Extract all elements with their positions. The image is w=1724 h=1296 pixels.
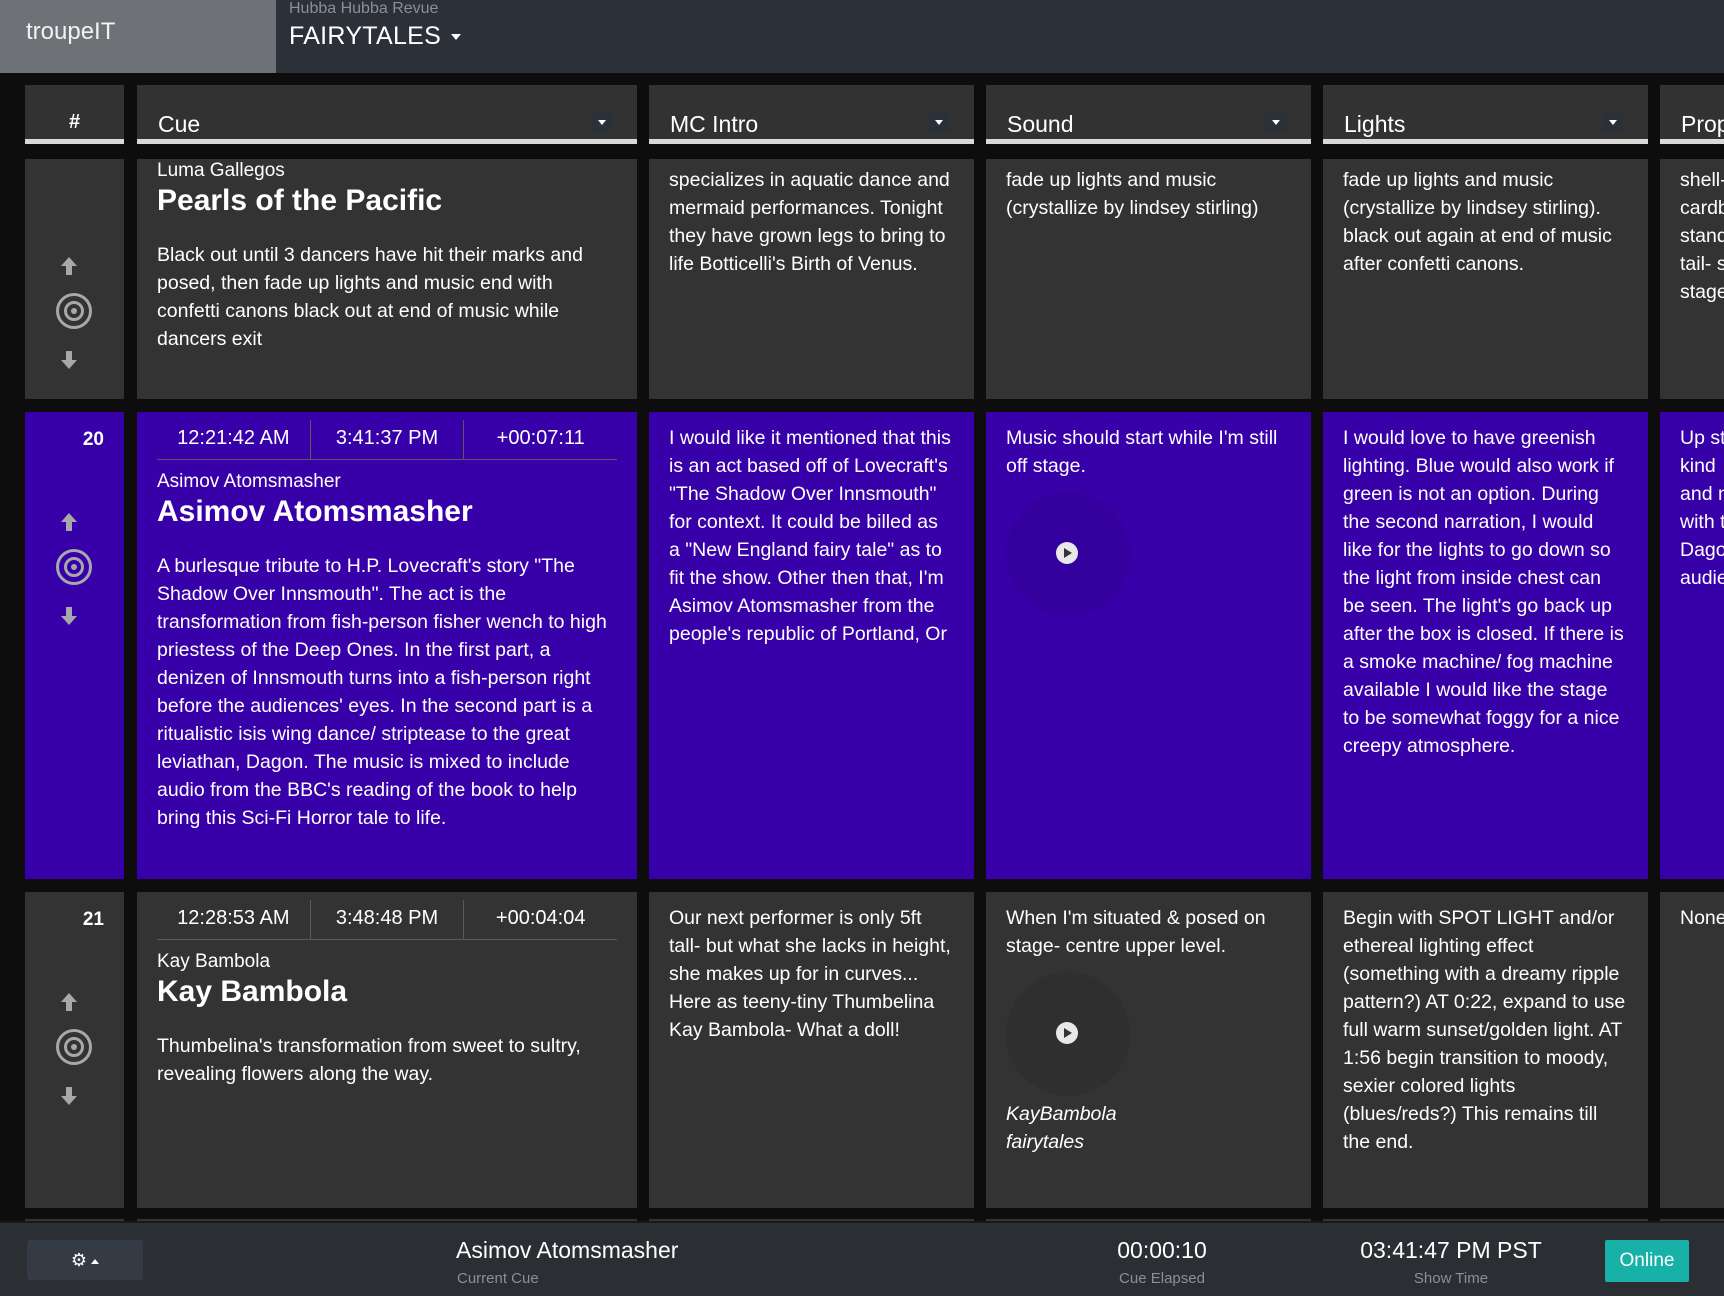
status-footer: ⚙ Asimov Atomsmasher Current Cue 00:00:1… <box>0 1221 1724 1296</box>
props-cell[interactable]: Up st kind and n with t Dago audie <box>1660 412 1724 879</box>
act-description: Thumbelina's transformation from sweet t… <box>157 1035 581 1085</box>
online-status-button[interactable]: Online <box>1605 1240 1689 1282</box>
move-down-icon[interactable] <box>59 349 79 371</box>
sound-cell[interactable]: When I'm situated & posed on stage- cent… <box>986 892 1311 1208</box>
go-to-cue-target-icon[interactable] <box>56 1029 92 1065</box>
current-cue-value: Asimov Atomsmasher <box>456 1237 679 1263</box>
brand-logo[interactable]: troupeIT <box>0 0 276 73</box>
lights-cell[interactable]: Begin with SPOT LIGHT and/or ethereal li… <box>1323 892 1648 1208</box>
cue-board: # Cue MC Intro Sound Lights Prop Luma Ga… <box>12 73 1724 1221</box>
column-header-cue: Cue <box>137 85 637 144</box>
play-icon[interactable] <box>1056 542 1078 564</box>
act-title: Pearls of the Pacific <box>157 184 443 217</box>
current-cue: Asimov Atomsmasher Current Cue <box>456 1237 678 1287</box>
column-header-label: Cue <box>158 111 201 137</box>
go-to-cue-target-icon[interactable] <box>56 549 92 585</box>
column-header-lights: Lights <box>1323 85 1648 144</box>
cue-elapsed-label: Cue Elapsed <box>1119 1270 1205 1287</box>
act-title: Kay Bambola <box>157 975 348 1008</box>
lights-cell[interactable]: I would love to have greenish lighting. … <box>1323 412 1648 879</box>
move-up-icon[interactable] <box>59 991 79 1013</box>
show-title-text: FAIRYTALES <box>289 22 442 50</box>
column-dropdown-sound[interactable] <box>1265 111 1287 133</box>
audio-player <box>1006 492 1130 616</box>
sound-notes: Music should start while I'm still off s… <box>1006 427 1278 477</box>
caret-up-icon <box>91 1258 100 1264</box>
column-header-label: Lights <box>1344 111 1406 137</box>
column-header-number: # <box>25 85 124 144</box>
act-description: A burlesque tribute to H.P. Lovecraft's … <box>157 555 607 829</box>
show-time-label: Show Time <box>1413 1270 1489 1287</box>
performer-name: Luma Gallegos <box>157 160 285 181</box>
audio-player <box>1006 972 1130 1096</box>
play-icon[interactable] <box>1056 1022 1078 1044</box>
duration: +00:07:11 <box>463 420 617 459</box>
current-cue-label: Current Cue <box>457 1270 539 1287</box>
row-controls <box>25 159 124 399</box>
planned-time: 12:28:53 AM <box>177 907 290 929</box>
settings-button[interactable]: ⚙ <box>27 1240 143 1280</box>
sound-cell[interactable]: Music should start while I'm still off s… <box>986 412 1311 879</box>
move-up-icon[interactable] <box>59 511 79 533</box>
show-subtitle: Hubba Hubba Revue <box>289 0 439 17</box>
column-dropdown-lights[interactable] <box>1602 111 1624 133</box>
show-title[interactable]: FAIRYTALES <box>289 22 462 51</box>
mc-intro-cell[interactable]: I would like it mentioned that this is a… <box>649 412 974 879</box>
act-title: Asimov Atomsmasher <box>157 495 473 528</box>
act-description: Black out until 3 dancers have hit their… <box>157 244 583 350</box>
cue-cell[interactable]: 12:21:42 AM 3:41:37 PM +00:07:11 Asimov … <box>137 412 637 879</box>
column-dropdown-cue[interactable] <box>591 111 613 133</box>
go-to-cue-target-icon[interactable] <box>56 293 92 329</box>
props-cell[interactable]: shell- cardb stand tail- s stage <box>1660 159 1724 399</box>
column-header-label: MC Intro <box>670 111 759 137</box>
cue-times: 12:21:42 AM 3:41:37 PM +00:07:11 <box>157 420 617 460</box>
sound-cell[interactable]: fade up lights and music (crystallize by… <box>986 159 1311 399</box>
planned-time: 12:21:42 AM <box>177 427 290 449</box>
row-number: 21 <box>82 909 104 930</box>
move-down-icon[interactable] <box>59 1085 79 1107</box>
move-up-icon[interactable] <box>59 255 79 277</box>
column-dropdown-mc-intro[interactable] <box>928 111 950 133</box>
cue-cell[interactable]: Luma Gallegos Pearls of the Pacific Blac… <box>137 159 637 399</box>
show-selector[interactable]: Hubba Hubba Revue FAIRYTALES <box>289 0 462 51</box>
cue-elapsed-value: 00:00:10 <box>1117 1237 1207 1263</box>
lights-cell[interactable]: fade up lights and music (crystallize by… <box>1323 159 1648 399</box>
props-cell[interactable]: None <box>1660 892 1724 1208</box>
column-header-sound: Sound <box>986 85 1311 144</box>
mc-intro-cell[interactable]: specializes in aquatic dance and mermaid… <box>649 159 974 399</box>
cue-cell[interactable]: 12:28:53 AM 3:48:48 PM +00:04:04 Kay Bam… <box>137 892 637 1208</box>
cue-times: 12:28:53 AM 3:48:48 PM +00:04:04 <box>157 900 617 940</box>
row-controls: 20 <box>25 412 124 879</box>
actual-time: 3:48:48 PM <box>309 900 464 939</box>
column-header-mc-intro: MC Intro <box>649 85 974 144</box>
move-down-icon[interactable] <box>59 605 79 627</box>
row-controls: 21 <box>25 892 124 1208</box>
show-time-value: 03:41:47 PM PST <box>1360 1237 1542 1263</box>
show-time: 03:41:47 PM PST Show Time <box>1356 1237 1546 1287</box>
cue-elapsed: 00:00:10 Cue Elapsed <box>1100 1237 1224 1287</box>
actual-time: 3:41:37 PM <box>309 420 464 459</box>
mc-intro-cell[interactable]: Our next performer is only 5ft tall- but… <box>649 892 974 1208</box>
duration: +00:04:04 <box>463 900 617 939</box>
row-number: 20 <box>82 429 104 450</box>
column-header-props: Prop <box>1660 85 1724 144</box>
column-header-label: Sound <box>1007 111 1074 137</box>
track-name: KayBambola fairytales <box>1006 1103 1117 1153</box>
caret-down-icon <box>451 34 462 41</box>
performer-name: Kay Bambola <box>157 951 271 972</box>
sound-notes: When I'm situated & posed on stage- cent… <box>1006 907 1266 957</box>
top-bar: troupeIT Hubba Hubba Revue FAIRYTALES <box>0 0 1724 73</box>
performer-name: Asimov Atomsmasher <box>157 471 341 492</box>
gear-icon: ⚙ <box>70 1250 88 1270</box>
